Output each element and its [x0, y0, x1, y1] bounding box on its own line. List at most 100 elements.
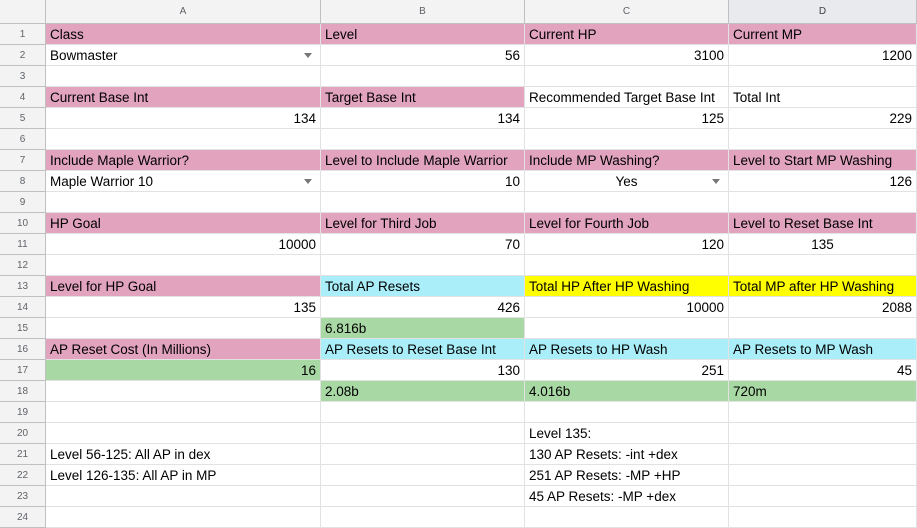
cell-b23[interactable]: [321, 486, 525, 507]
cell-a22[interactable]: Level 126-135: All AP in MP: [46, 465, 321, 486]
cell-b11[interactable]: 70: [321, 234, 525, 255]
cell-a18[interactable]: [46, 381, 321, 402]
row-header-9[interactable]: 9: [0, 192, 46, 213]
cell-b3[interactable]: [321, 66, 525, 87]
cell-a6[interactable]: [46, 129, 321, 150]
cell-c6[interactable]: [525, 129, 729, 150]
cell-a23[interactable]: [46, 486, 321, 507]
row-header-15[interactable]: 15: [0, 318, 46, 339]
row-header-3[interactable]: 3: [0, 66, 46, 87]
cell-b12[interactable]: [321, 255, 525, 276]
cell-b17[interactable]: 130: [321, 360, 525, 381]
row-header-2[interactable]: 2: [0, 45, 46, 66]
cell-a24[interactable]: [46, 507, 321, 528]
cell-c10[interactable]: Level for Fourth Job: [525, 213, 729, 234]
cell-c23[interactable]: 45 AP Resets: -MP +dex: [525, 486, 729, 507]
cell-d21[interactable]: [729, 444, 917, 465]
row-header-16[interactable]: 16: [0, 339, 46, 360]
cell-a4[interactable]: Current Base Int: [46, 87, 321, 108]
cell-c1[interactable]: Current HP: [525, 24, 729, 45]
row-header-8[interactable]: 8: [0, 171, 46, 192]
cell-d19[interactable]: [729, 402, 917, 423]
cell-c11[interactable]: 120: [525, 234, 729, 255]
cell-a20[interactable]: [46, 423, 321, 444]
cell-a2[interactable]: Bowmaster: [46, 45, 321, 66]
cell-c13[interactable]: Total HP After HP Washing: [525, 276, 729, 297]
cell-a21[interactable]: Level 56-125: All AP in dex: [46, 444, 321, 465]
cell-c24[interactable]: [525, 507, 729, 528]
row-header-24[interactable]: 24: [0, 507, 46, 528]
cell-b10[interactable]: Level for Third Job: [321, 213, 525, 234]
cell-d20[interactable]: [729, 423, 917, 444]
cell-d4[interactable]: Total Int: [729, 87, 917, 108]
cell-a13[interactable]: Level for HP Goal: [46, 276, 321, 297]
cell-a12[interactable]: [46, 255, 321, 276]
dropdown-arrow-icon[interactable]: [304, 53, 312, 58]
cell-b4[interactable]: Target Base Int: [321, 87, 525, 108]
cell-d6[interactable]: [729, 129, 917, 150]
cell-c19[interactable]: [525, 402, 729, 423]
cell-d2[interactable]: 1200: [729, 45, 917, 66]
row-header-5[interactable]: 5: [0, 108, 46, 129]
cell-a11[interactable]: 10000: [46, 234, 321, 255]
cell-c5[interactable]: 125: [525, 108, 729, 129]
cell-a9[interactable]: [46, 192, 321, 213]
cell-c7[interactable]: Include MP Washing?: [525, 150, 729, 171]
cell-b21[interactable]: [321, 444, 525, 465]
row-header-23[interactable]: 23: [0, 486, 46, 507]
row-header-17[interactable]: 17: [0, 360, 46, 381]
cell-d14[interactable]: 2088: [729, 297, 917, 318]
cell-c20[interactable]: Level 135:: [525, 423, 729, 444]
cell-b18[interactable]: 2.08b: [321, 381, 525, 402]
cell-a3[interactable]: [46, 66, 321, 87]
cell-d12[interactable]: [729, 255, 917, 276]
cell-d7[interactable]: Level to Start MP Washing: [729, 150, 917, 171]
cell-d11[interactable]: 135: [729, 234, 917, 255]
column-header-a[interactable]: A: [46, 0, 321, 24]
cell-d15[interactable]: [729, 318, 917, 339]
cell-b15[interactable]: 6.816b: [321, 318, 525, 339]
cell-b16[interactable]: AP Resets to Reset Base Int: [321, 339, 525, 360]
cell-c3[interactable]: [525, 66, 729, 87]
cell-a10[interactable]: HP Goal: [46, 213, 321, 234]
cell-c4[interactable]: Recommended Target Base Int: [525, 87, 729, 108]
cell-d23[interactable]: [729, 486, 917, 507]
cell-b5[interactable]: 134: [321, 108, 525, 129]
cell-a7[interactable]: Include Maple Warrior?: [46, 150, 321, 171]
cell-b20[interactable]: [321, 423, 525, 444]
cell-c17[interactable]: 251: [525, 360, 729, 381]
row-header-6[interactable]: 6: [0, 129, 46, 150]
cell-a14[interactable]: 135: [46, 297, 321, 318]
cell-d16[interactable]: AP Resets to MP Wash: [729, 339, 917, 360]
select-all-corner[interactable]: [0, 0, 46, 24]
row-header-21[interactable]: 21: [0, 444, 46, 465]
cell-c14[interactable]: 10000: [525, 297, 729, 318]
cell-a15[interactable]: [46, 318, 321, 339]
cell-d22[interactable]: [729, 465, 917, 486]
cell-c18[interactable]: 4.016b: [525, 381, 729, 402]
cell-b9[interactable]: [321, 192, 525, 213]
cell-b19[interactable]: [321, 402, 525, 423]
row-header-18[interactable]: 18: [0, 381, 46, 402]
column-header-c[interactable]: C: [525, 0, 729, 24]
row-header-7[interactable]: 7: [0, 150, 46, 171]
cell-d13[interactable]: Total MP after HP Washing: [729, 276, 917, 297]
cell-b13[interactable]: Total AP Resets: [321, 276, 525, 297]
cell-b14[interactable]: 426: [321, 297, 525, 318]
cell-c12[interactable]: [525, 255, 729, 276]
cell-c8[interactable]: Yes: [525, 171, 729, 192]
cell-b8[interactable]: 10: [321, 171, 525, 192]
cell-d1[interactable]: Current MP: [729, 24, 917, 45]
column-header-b[interactable]: B: [321, 0, 525, 24]
row-header-10[interactable]: 10: [0, 213, 46, 234]
cell-d18[interactable]: 720m: [729, 381, 917, 402]
cell-d9[interactable]: [729, 192, 917, 213]
row-header-11[interactable]: 11: [0, 234, 46, 255]
cell-a16[interactable]: AP Reset Cost (In Millions): [46, 339, 321, 360]
cell-b2[interactable]: 56: [321, 45, 525, 66]
cell-b6[interactable]: [321, 129, 525, 150]
cell-d8[interactable]: 126: [729, 171, 917, 192]
column-header-d[interactable]: D: [729, 0, 917, 24]
cell-d17[interactable]: 45: [729, 360, 917, 381]
cell-c21[interactable]: 130 AP Resets: -int +dex: [525, 444, 729, 465]
